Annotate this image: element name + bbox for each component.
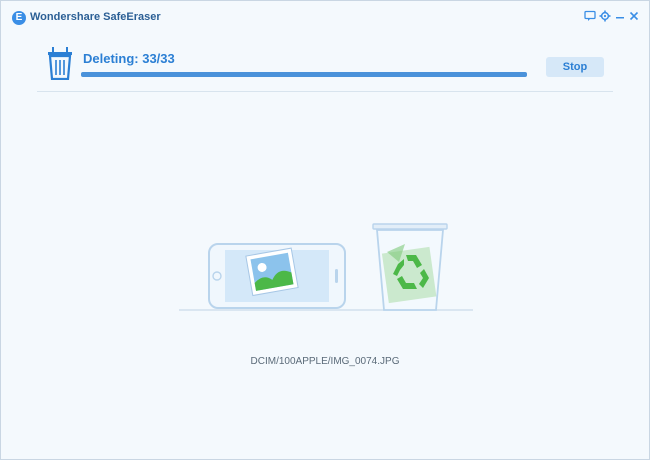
settings-button[interactable] [598,10,612,24]
progress-panel: Deleting: 33/33 Stop [37,41,613,92]
close-button[interactable] [627,10,641,24]
app-logo: E [12,11,26,25]
progress-bar [81,72,527,77]
close-icon [629,11,639,21]
title-bar: E Wondershare SafeEraser [1,1,649,35]
progress-bar-fill [81,72,527,77]
app-title: Wondershare SafeEraser [30,11,161,23]
recycle-bin-icon [372,223,448,311]
photo-icon [245,247,299,297]
deleting-status: Deleting: 33/33 [83,51,175,66]
trash-can-icon [48,47,72,80]
stop-button[interactable]: Stop [546,57,604,77]
app-window: E Wondershare SafeEraser Deleting: 33/33… [0,0,650,460]
minimize-button[interactable] [613,10,627,24]
deletion-illustration [179,223,473,311]
minimize-icon [616,17,624,19]
speech-bubble-icon [584,10,596,21]
current-file-path: DCIM/100APPLE/IMG_0074.JPG [250,356,400,367]
feedback-button[interactable] [583,10,597,24]
gear-icon [599,10,611,22]
